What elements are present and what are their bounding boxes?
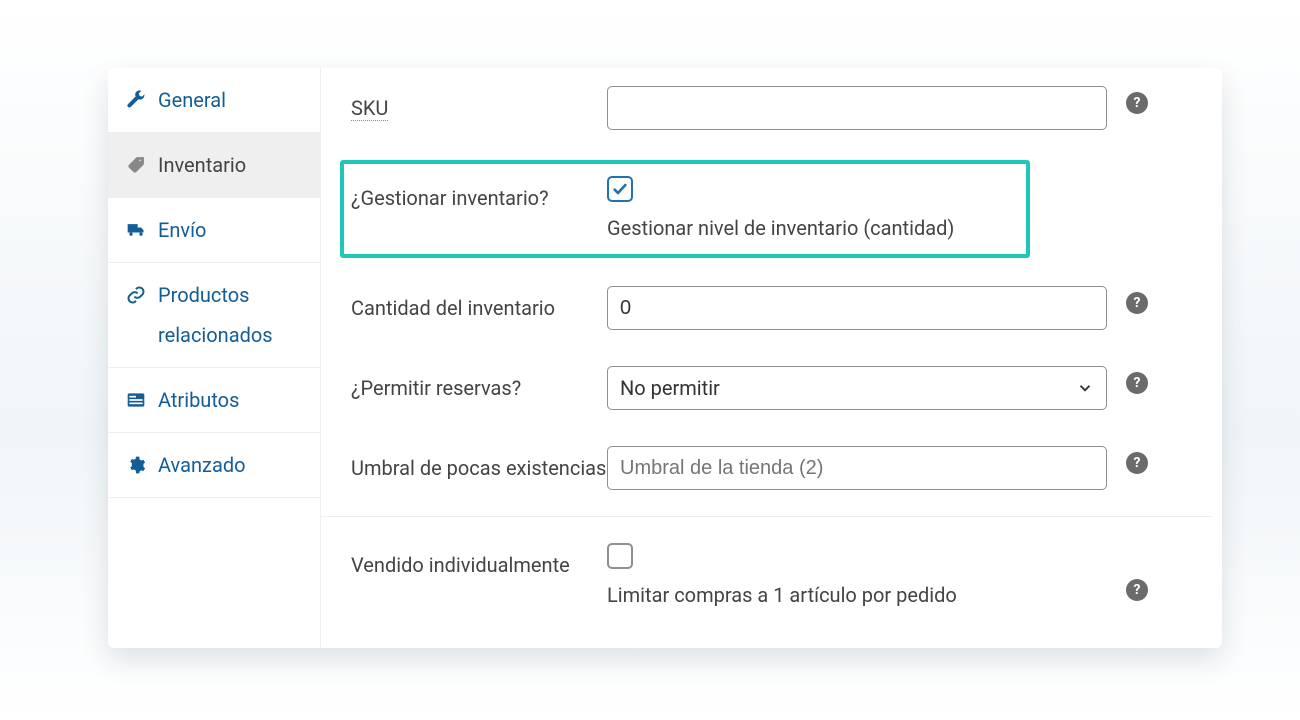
link-icon: [126, 285, 146, 305]
sku-label: SKU: [351, 86, 607, 123]
tab-label: Avanzado: [158, 451, 246, 479]
manage-inventory-subtext: Gestionar nivel de inventario (cantidad): [607, 216, 1107, 240]
row-manage-inventory: ¿Gestionar inventario? Gestionar nivel d…: [351, 148, 1212, 268]
row-sku: SKU ?: [351, 68, 1212, 148]
tab-shipping[interactable]: Envío: [108, 198, 320, 263]
select-value: No permitir: [620, 376, 720, 400]
gear-icon: [126, 455, 146, 475]
tab-attributes[interactable]: Atributos: [108, 368, 320, 433]
product-data-panel: General Inventario Envío Productos r: [108, 68, 1222, 648]
help-icon[interactable]: ?: [1126, 92, 1148, 114]
truck-icon: [126, 220, 146, 240]
chevron-down-icon: [1076, 379, 1094, 397]
tab-label-line2: relacionados: [126, 321, 302, 349]
tab-label: Productos: [158, 281, 249, 309]
help-icon[interactable]: ?: [1126, 452, 1148, 474]
sold-individually-subtext: Limitar compras a 1 artículo por pedido: [607, 583, 1107, 607]
low-stock-threshold-input[interactable]: [607, 446, 1107, 490]
tab-inventory[interactable]: Inventario: [108, 133, 320, 198]
help-icon[interactable]: ?: [1126, 292, 1148, 314]
inventory-form: SKU ? ¿Gestionar inventario? Gestionar n…: [321, 68, 1222, 648]
wrench-icon: [126, 90, 146, 110]
row-allow-backorders: ¿Permitir reservas? No permitir ?: [351, 348, 1212, 428]
allow-backorders-label: ¿Permitir reservas?: [351, 366, 607, 403]
tab-advanced[interactable]: Avanzado: [108, 433, 320, 498]
divider: [321, 516, 1212, 517]
tab-label: Envío: [158, 216, 206, 244]
check-icon: [612, 181, 628, 197]
help-icon[interactable]: ?: [1126, 579, 1148, 601]
list-detail-icon: [126, 390, 146, 410]
tab-label: Inventario: [158, 151, 246, 179]
row-stock-quantity: Cantidad del inventario ?: [351, 268, 1212, 348]
tab-label: Atributos: [158, 386, 239, 414]
tab-label: General: [158, 86, 226, 114]
sold-individually-label: Vendido individualmente: [351, 543, 607, 580]
sku-input[interactable]: [607, 86, 1107, 130]
price-tag-icon: [126, 155, 146, 175]
allow-backorders-select[interactable]: No permitir: [607, 366, 1107, 410]
help-icon[interactable]: ?: [1126, 372, 1148, 394]
stock-quantity-label: Cantidad del inventario: [351, 286, 607, 323]
product-data-tabs: General Inventario Envío Productos r: [108, 68, 321, 648]
stock-quantity-input[interactable]: [607, 286, 1107, 330]
tab-general[interactable]: General: [108, 68, 320, 133]
manage-inventory-label: ¿Gestionar inventario?: [351, 176, 607, 213]
row-sold-individually: Vendido individualmente Limitar compras …: [351, 525, 1212, 607]
sold-individually-checkbox[interactable]: [607, 543, 633, 569]
tab-linked-products[interactable]: Productos relacionados: [108, 263, 320, 368]
low-stock-threshold-label: Umbral de pocas existencias: [351, 446, 607, 483]
row-low-stock-threshold: Umbral de pocas existencias ?: [351, 428, 1212, 508]
manage-inventory-checkbox[interactable]: [607, 176, 633, 202]
